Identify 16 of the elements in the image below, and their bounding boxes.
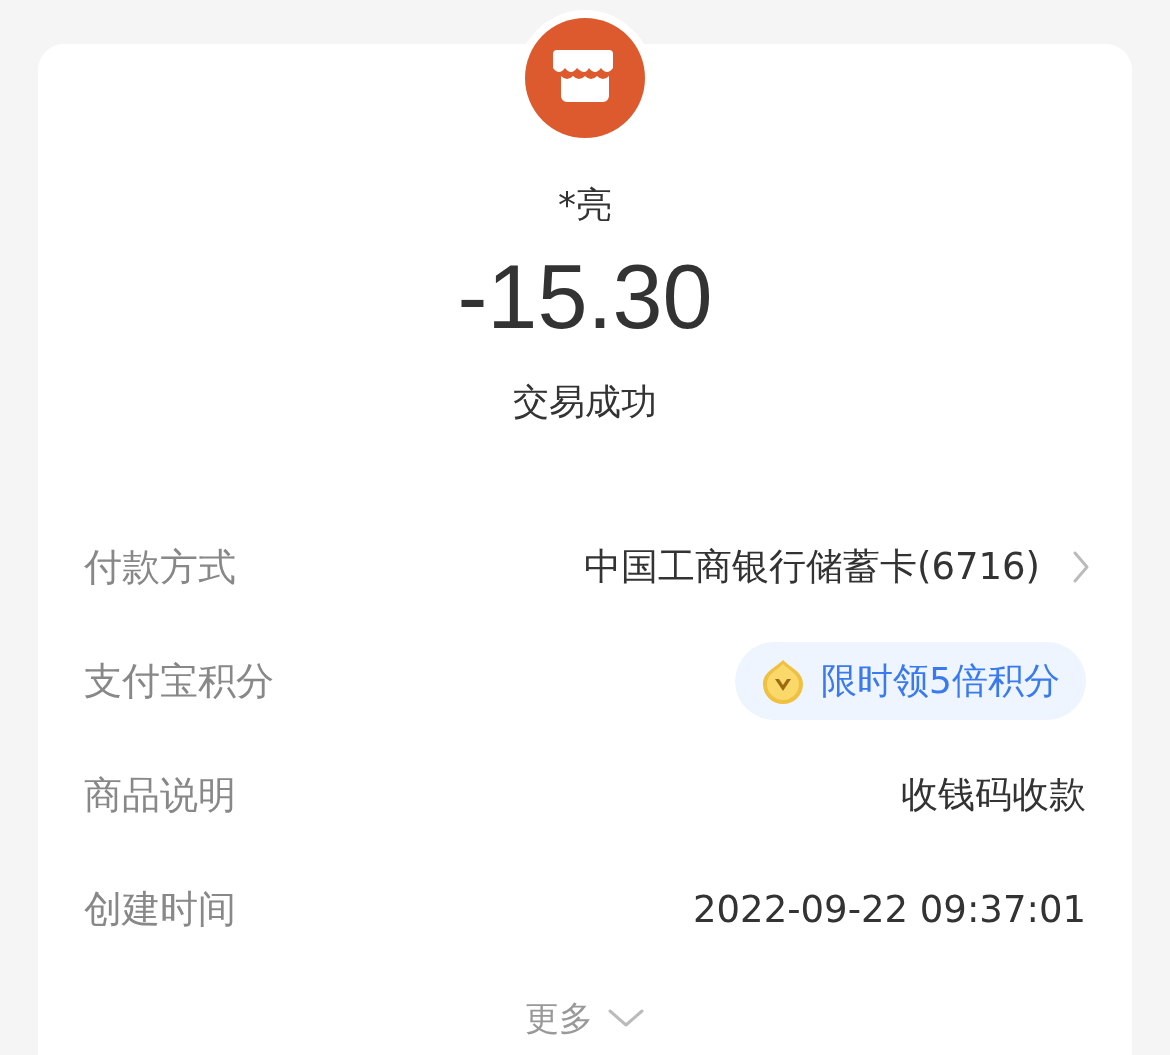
row-label: 支付宝积分 [84,657,274,705]
row-label: 商品说明 [84,771,236,819]
points-badge-button[interactable]: 限时领5倍积分 [735,642,1086,720]
transaction-status: 交易成功 [513,380,657,424]
payee-name: *亮 [558,183,612,227]
coin-icon [761,658,806,704]
row-value: 2022-09-22 09:37:01 [693,887,1086,931]
shop-avatar-icon [525,18,645,138]
more-link[interactable]: 更多 [525,996,645,1040]
chevron-right-icon [1072,550,1090,584]
amount: -15.30 [457,249,713,345]
row-label: 创建时间 [84,885,236,933]
payment-method-link[interactable]: 中国工商银行储蓄卡(6716) [583,542,1090,592]
row-label: 付款方式 [84,543,236,591]
chevron-down-icon [607,1008,645,1028]
row-value: 收钱码收款 [901,772,1086,818]
